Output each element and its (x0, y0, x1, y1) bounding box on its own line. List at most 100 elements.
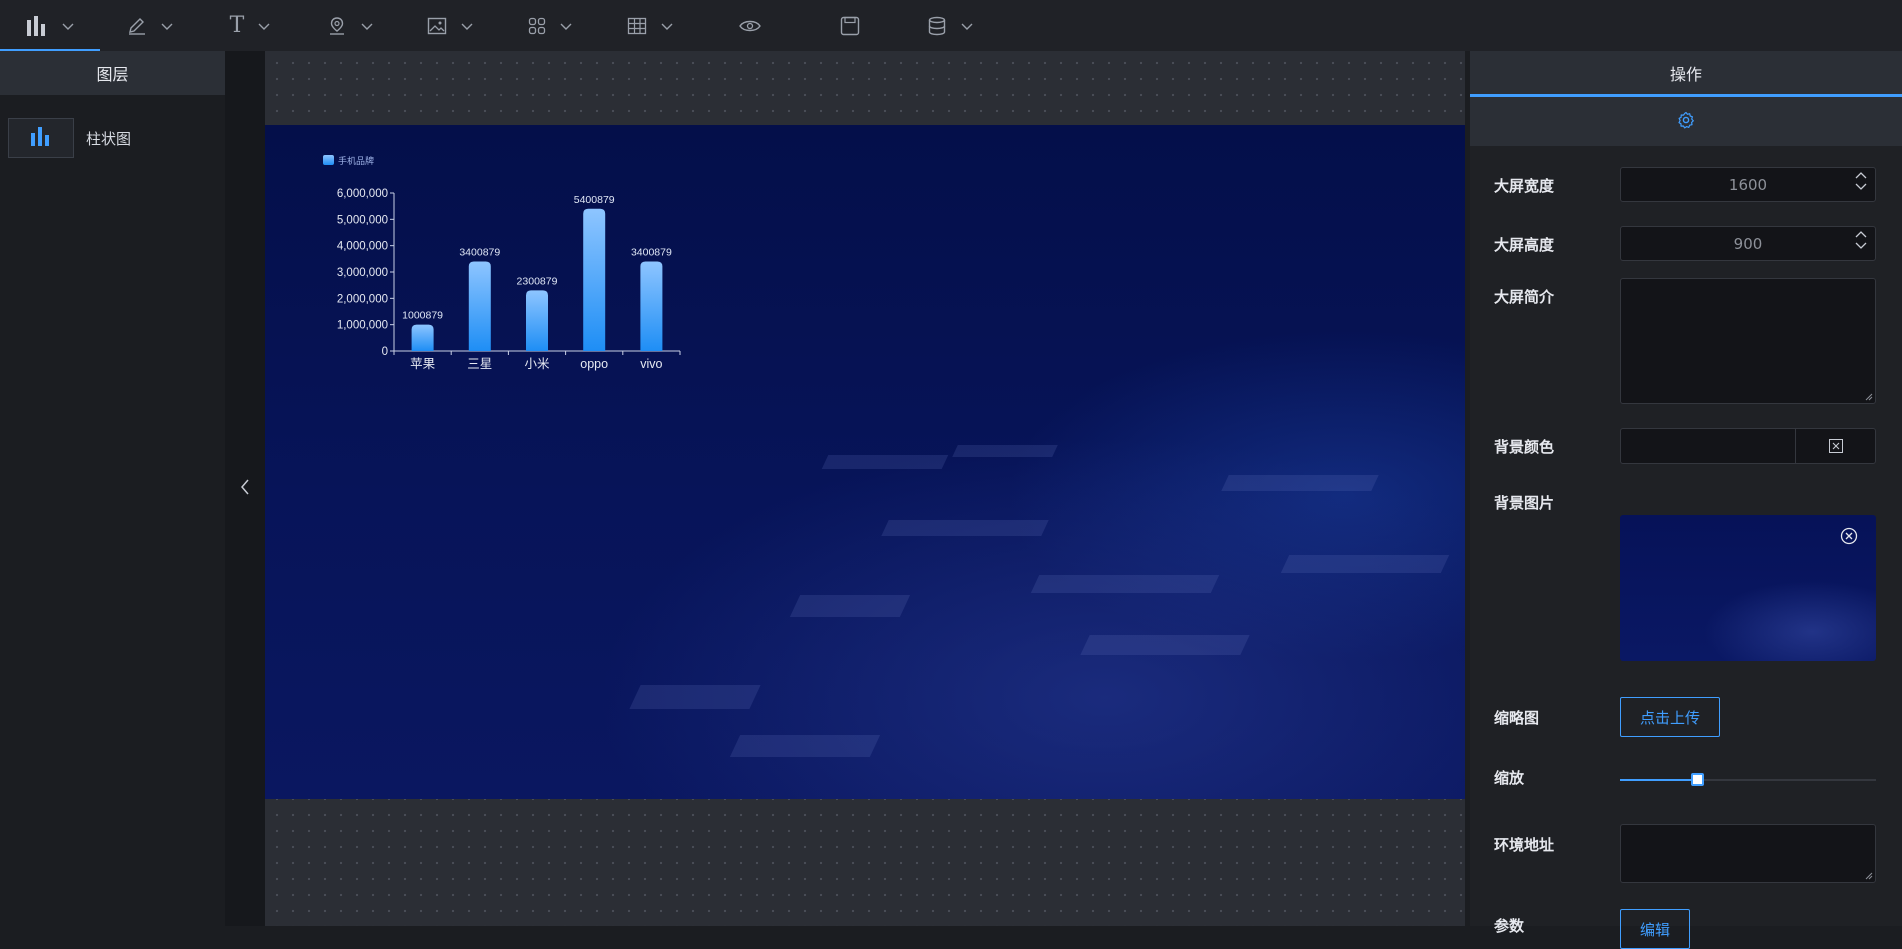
chart-bar[interactable] (411, 324, 434, 351)
background-shape (789, 595, 911, 617)
bg-image-preview[interactable] (1620, 515, 1876, 661)
close-icon (1828, 439, 1843, 453)
operation-panel: 操作 大屏宽度 1600 大屏高度 900 大屏简介 背景颜色 背景图片 缩略图… (1470, 51, 1902, 949)
editor-canvas[interactable]: 手机品牌 0 1,000,000 2,000,000 3,000,000 4,000,0… (265, 51, 1465, 926)
chevron-down-icon[interactable] (361, 20, 373, 32)
background-shape (1030, 575, 1220, 593)
background-shape (629, 685, 761, 709)
remove-image-icon[interactable] (1840, 527, 1858, 545)
tool-text[interactable]: T (200, 0, 300, 51)
y-tick-label: 5,000,000 (337, 214, 388, 226)
tool-table[interactable] (600, 0, 700, 51)
chart-bar[interactable] (526, 290, 548, 351)
screen-intro-textarea[interactable] (1620, 278, 1876, 404)
y-tick-label: 0 (382, 346, 388, 358)
chevron-down-icon[interactable] (560, 20, 572, 32)
data-label: 3400879 (459, 246, 500, 258)
tool-image[interactable] (400, 0, 500, 51)
number-stepper[interactable] (1855, 230, 1867, 250)
tool-map[interactable] (300, 0, 400, 51)
legend-swatch[interactable] (323, 155, 334, 165)
bg-color-label: 背景颜色 (1494, 438, 1555, 456)
chevron-up-icon[interactable] (1855, 230, 1867, 238)
data-label: 5400879 (574, 194, 615, 206)
screen-height-value: 900 (1733, 234, 1763, 253)
tool-database[interactable] (900, 0, 1000, 51)
tool-pen[interactable] (100, 0, 200, 51)
tool-grid[interactable] (500, 0, 600, 51)
chevron-down-icon[interactable] (461, 20, 473, 32)
layer-panel: 图层 柱状图 (0, 51, 225, 926)
thumbnail-label: 缩略图 (1494, 709, 1540, 727)
chevron-down-icon[interactable] (161, 20, 173, 32)
layer-thumbnail (8, 118, 74, 158)
operation-tabbar (1470, 97, 1902, 146)
color-clear-button[interactable] (1795, 429, 1875, 463)
layer-item-bar-chart[interactable]: 柱状图 (8, 118, 218, 158)
bar-chart-icon (26, 15, 48, 36)
edit-params-button[interactable]: 编辑 (1620, 909, 1690, 949)
tool-preview[interactable] (700, 0, 800, 51)
resize-handle-icon[interactable] (1865, 872, 1873, 880)
screen-width-value: 1600 (1728, 175, 1768, 194)
x-tick-label: oppo (580, 357, 608, 371)
upload-button[interactable]: 点击上传 (1620, 697, 1720, 737)
zoom-label: 缩放 (1494, 769, 1525, 787)
chart-bar[interactable] (583, 208, 606, 351)
resize-handle-icon[interactable] (1865, 393, 1873, 401)
env-textarea[interactable] (1620, 824, 1876, 883)
gear-icon[interactable] (1677, 111, 1695, 133)
grid-icon (528, 17, 546, 35)
chart-legend[interactable]: 手机品牌 (323, 155, 374, 166)
data-label: 1000879 (402, 310, 443, 322)
database-icon (927, 16, 947, 36)
screen-height-input[interactable]: 900 (1620, 226, 1876, 261)
y-tick-label: 1,000,000 (337, 320, 388, 332)
save-icon (840, 16, 860, 36)
bar-chart[interactable]: 手机品牌 0 1,000,000 2,000,000 3,000,000 4,000,0… (305, 145, 785, 445)
background-shape (952, 445, 1058, 457)
bg-color-input[interactable] (1620, 428, 1876, 464)
y-tick-label: 2,000,000 (337, 293, 388, 305)
y-tick-label: 4,000,000 (337, 241, 388, 253)
screen-width-label: 大屏宽度 (1494, 177, 1555, 195)
legend-label[interactable]: 手机品牌 (338, 155, 374, 166)
background-shape (1280, 555, 1450, 573)
chevron-down-icon[interactable] (1855, 183, 1867, 191)
chevron-down-icon[interactable] (961, 20, 973, 32)
toolbar: T (0, 0, 1902, 51)
x-tick-label: 小米 (524, 357, 550, 371)
number-stepper[interactable] (1855, 171, 1867, 191)
chevron-left-icon (239, 478, 251, 500)
zoom-slider-thumb[interactable] (1690, 773, 1704, 786)
screen-preview[interactable]: 手机品牌 0 1,000,000 2,000,000 3,000,000 4,000,0… (265, 125, 1465, 799)
chevron-down-icon[interactable] (661, 20, 673, 32)
background-shape (729, 735, 881, 757)
table-icon (627, 17, 647, 35)
background-shape (881, 520, 1049, 536)
zoom-slider[interactable] (1620, 773, 1876, 786)
layer-panel-title: 图层 (0, 51, 225, 95)
chart-bar[interactable] (640, 261, 663, 351)
chevron-down-icon[interactable] (1855, 242, 1867, 250)
y-tick-label: 6,000,000 (337, 188, 388, 200)
x-tick-label: vivo (640, 357, 662, 371)
layer-item-label: 柱状图 (86, 129, 132, 148)
chart-bars: 1000879 3400879 2300879 5400879 3400879 (402, 194, 672, 351)
tool-bar-chart[interactable] (0, 0, 100, 51)
screen-width-input[interactable]: 1600 (1620, 167, 1876, 202)
image-icon (427, 17, 447, 35)
tool-save[interactable] (800, 0, 900, 51)
background-shape (1080, 635, 1250, 655)
chevron-down-icon[interactable] (258, 20, 270, 32)
chevron-down-icon[interactable] (62, 20, 74, 32)
bar-chart-icon (30, 126, 52, 150)
background-shape (1221, 475, 1379, 491)
screen-height-label: 大屏高度 (1494, 236, 1555, 254)
collapse-panel-button[interactable] (225, 51, 265, 926)
chart-bar[interactable] (468, 261, 491, 351)
env-label: 环境地址 (1494, 836, 1555, 854)
chevron-up-icon[interactable] (1855, 171, 1867, 179)
screen-intro-label: 大屏简介 (1494, 288, 1555, 306)
background-shape (821, 455, 949, 469)
